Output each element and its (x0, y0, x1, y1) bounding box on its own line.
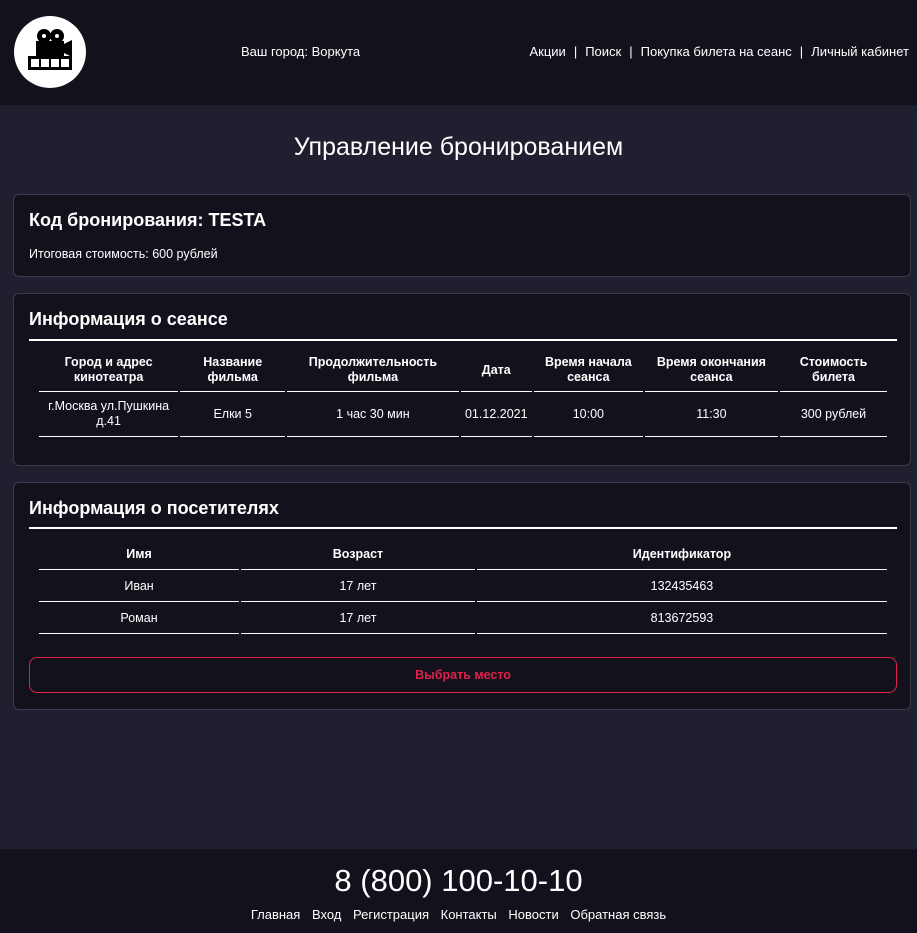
nav-link-buy-ticket[interactable]: Покупка билета на сеанс (641, 44, 792, 59)
city-label[interactable]: Ваш город: Воркута (241, 44, 360, 59)
column-header-age: Возраст (241, 538, 475, 570)
nav-link-search[interactable]: Поиск (585, 44, 621, 59)
nav-link-account[interactable]: Личный кабинет (811, 44, 909, 59)
cell-id: 132435463 (476, 570, 887, 602)
site-footer: 8 (800) 100-10-10 Главная Вход Регистрац… (0, 849, 917, 933)
choose-seat-button[interactable]: Выбрать место (29, 657, 897, 693)
footer-nav: Главная Вход Регистрация Контакты Новост… (0, 907, 917, 922)
cell-name: Роман (39, 602, 240, 634)
column-header-id: Идентификатор (476, 538, 887, 570)
footer-link-login[interactable]: Вход (312, 907, 341, 922)
column-header-address: Город и адрес кинотеатра (39, 349, 179, 392)
nav-separator: | (573, 44, 578, 59)
cell-date: 01.12.2021 (460, 392, 532, 437)
table-row: г.Москва ул.Пушкина д.41 Елки 5 1 час 30… (39, 392, 887, 437)
booking-code: Код бронирования: TESTA (29, 210, 267, 230)
cell-address: г.Москва ул.Пушкина д.41 (39, 392, 179, 437)
nav-separator: | (799, 44, 804, 59)
cell-film: Елки 5 (180, 392, 286, 437)
divider (29, 527, 897, 529)
visitors-info-card: Информация о посетителях Имя Возраст Иде… (13, 482, 911, 710)
table-row: Роман 17 лет 813672593 (39, 602, 887, 634)
footer-link-feedback[interactable]: Обратная связь (570, 907, 666, 922)
nav-separator: | (629, 44, 633, 59)
cell-duration: 1 час 30 мин (287, 392, 459, 437)
cell-end: 11:30 (644, 392, 778, 437)
column-header-date: Дата (460, 349, 532, 392)
cell-name: Иван (39, 570, 240, 602)
table-header-row: Имя Возраст Идентификатор (39, 538, 887, 570)
session-info-title: Информация о сеансе (29, 309, 228, 329)
column-header-end: Время окончания сеанса (644, 349, 778, 392)
footer-phone[interactable]: 8 (800) 100-10-10 (0, 863, 917, 899)
column-header-price: Стоимость билета (780, 349, 887, 392)
table-header-row: Город и адрес кинотеатра Название фильма… (39, 349, 887, 392)
total-price: Итоговая стоимость: 600 рублей (29, 247, 218, 261)
divider (29, 339, 897, 341)
footer-link-news[interactable]: Новости (508, 907, 558, 922)
top-nav: Акции | Поиск | Покупка билета на сеанс … (529, 44, 909, 59)
column-header-film: Название фильма (180, 349, 286, 392)
visitors-info-title: Информация о посетителях (29, 498, 279, 518)
nav-link-promotions[interactable]: Акции (529, 44, 565, 59)
cell-age: 17 лет (241, 570, 475, 602)
cell-price: 300 рублей (780, 392, 887, 437)
film-camera-icon (28, 29, 72, 70)
cell-start: 10:00 (533, 392, 643, 437)
cell-id: 813672593 (476, 602, 887, 634)
logo[interactable] (14, 16, 86, 88)
cell-age: 17 лет (241, 602, 475, 634)
column-header-start: Время начала сеанса (533, 349, 643, 392)
session-table: Город и адрес кинотеатра Название фильма… (37, 349, 889, 437)
page-title: Управление бронированием (293, 133, 624, 161)
footer-link-home[interactable]: Главная (251, 907, 300, 922)
column-header-duration: Продолжительность фильма (287, 349, 459, 392)
column-header-name: Имя (39, 538, 240, 570)
session-info-card: Информация о сеансе Город и адрес киноте… (13, 293, 911, 466)
table-row: Иван 17 лет 132435463 (39, 570, 887, 602)
footer-link-register[interactable]: Регистрация (353, 907, 429, 922)
site-header: Ваш город: Воркута Акции | Поиск | Покуп… (0, 0, 917, 105)
booking-card: Код бронирования: TESTA Итоговая стоимос… (13, 194, 911, 277)
visitors-table: Имя Возраст Идентификатор Иван 17 лет 13… (37, 538, 889, 634)
footer-link-contacts[interactable]: Контакты (441, 907, 497, 922)
